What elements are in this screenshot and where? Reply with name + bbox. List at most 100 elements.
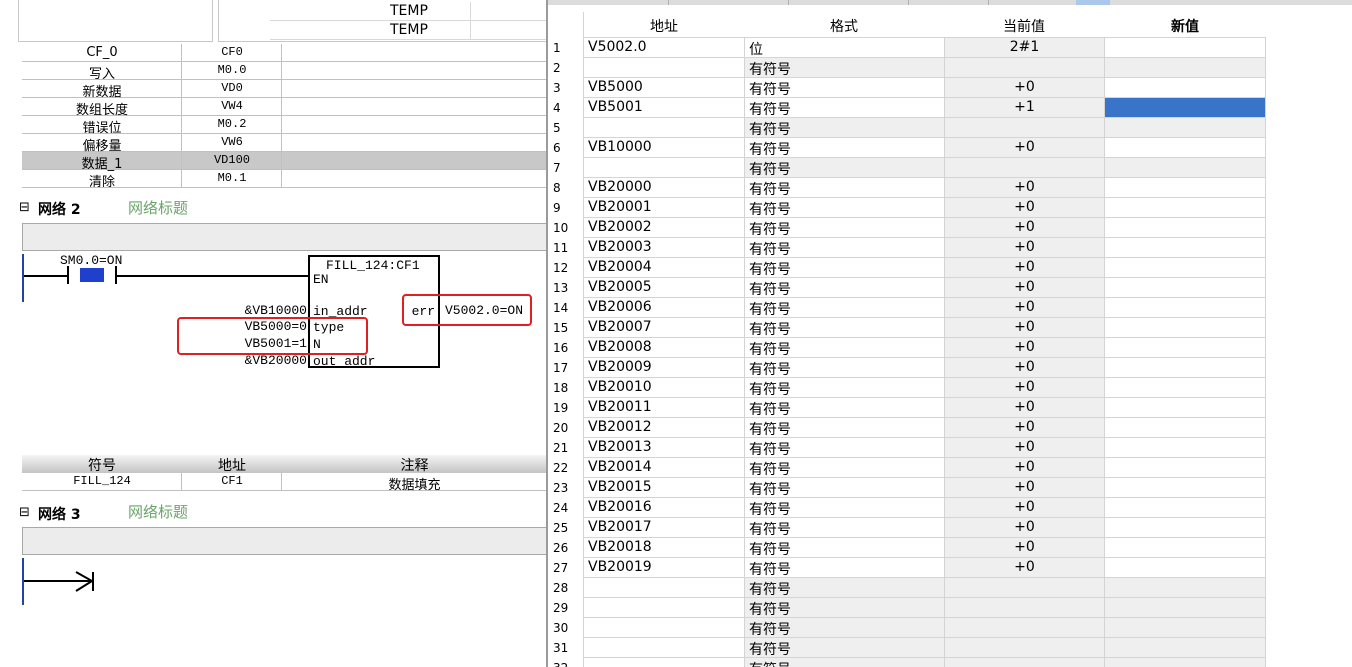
status-chart-row[interactable]: 32 有符号 xyxy=(548,657,1266,667)
address-cell[interactable]: VB20006 xyxy=(584,297,744,317)
var-table-row[interactable]: TEMP xyxy=(270,2,547,21)
new-value-cell[interactable] xyxy=(1104,257,1266,277)
format-cell[interactable]: 有符号 xyxy=(744,457,944,478)
address-cell[interactable]: VB20002 xyxy=(584,217,744,237)
status-chart-row[interactable]: 19 VB20011 有符号 +0 xyxy=(548,397,1266,418)
new-value-cell[interactable] xyxy=(1104,337,1266,357)
format-cell[interactable]: 有符号 xyxy=(744,397,944,418)
new-value-cell[interactable] xyxy=(1104,497,1266,517)
format-cell[interactable]: 位 xyxy=(744,37,944,58)
address-cell[interactable]: VB20011 xyxy=(584,397,744,417)
format-cell[interactable]: 有符号 xyxy=(744,237,944,258)
address-cell[interactable]: VB20008 xyxy=(584,337,744,357)
address-cell[interactable] xyxy=(584,117,744,137)
symbol-table-row[interactable]: 写入 M0.0 xyxy=(22,62,547,82)
status-chart-row[interactable]: 24 VB20016 有符号 +0 xyxy=(548,497,1266,518)
status-chart-row[interactable]: 7 有符号 xyxy=(548,157,1266,178)
new-value-cell[interactable] xyxy=(1104,97,1266,117)
format-cell[interactable]: 有符号 xyxy=(744,297,944,318)
format-cell[interactable]: 有符号 xyxy=(744,437,944,458)
format-cell[interactable]: 有符号 xyxy=(744,157,944,178)
format-cell[interactable]: 有符号 xyxy=(744,557,944,578)
new-value-cell[interactable] xyxy=(1104,437,1266,457)
new-value-cell[interactable] xyxy=(1104,517,1266,537)
new-value-cell[interactable] xyxy=(1104,657,1266,667)
network-comment-box[interactable] xyxy=(22,223,547,251)
address-cell[interactable] xyxy=(584,157,744,177)
format-cell[interactable]: 有符号 xyxy=(744,197,944,218)
address-cell[interactable]: VB20018 xyxy=(584,537,744,557)
address-cell[interactable]: VB20007 xyxy=(584,317,744,337)
format-cell[interactable]: 有符号 xyxy=(744,517,944,538)
format-cell[interactable]: 有符号 xyxy=(744,317,944,338)
status-chart-row[interactable]: 25 VB20017 有符号 +0 xyxy=(548,517,1266,538)
status-chart-row[interactable]: 1 V5002.0 位 2#1 xyxy=(548,37,1266,58)
status-chart-row[interactable]: 6 VB10000 有符号 +0 xyxy=(548,137,1266,158)
status-chart-row[interactable]: 21 VB20013 有符号 +0 xyxy=(548,437,1266,458)
new-value-cell[interactable] xyxy=(1104,237,1266,257)
address-cell[interactable]: VB20015 xyxy=(584,477,744,497)
address-cell[interactable] xyxy=(584,577,744,597)
format-cell[interactable]: 有符号 xyxy=(744,77,944,98)
format-cell[interactable]: 有符号 xyxy=(744,617,944,638)
address-cell[interactable]: VB20001 xyxy=(584,197,744,217)
status-chart-row[interactable]: 9 VB20001 有符号 +0 xyxy=(548,197,1266,218)
call-table-row[interactable]: FILL_124 CF1 数据填充 xyxy=(22,473,547,493)
address-cell[interactable]: VB20012 xyxy=(584,417,744,437)
status-chart-row[interactable]: 4 VB5001 有符号 +1 xyxy=(548,97,1266,118)
address-cell[interactable]: VB20017 xyxy=(584,517,744,537)
status-chart-row[interactable]: 22 VB20014 有符号 +0 xyxy=(548,457,1266,478)
collapse-icon[interactable]: ⊟ xyxy=(19,200,30,215)
new-value-cell[interactable] xyxy=(1104,457,1266,477)
address-cell[interactable]: VB20009 xyxy=(584,357,744,377)
format-cell[interactable]: 有符号 xyxy=(744,117,944,138)
col-header-format[interactable]: 格式 xyxy=(744,16,944,36)
new-value-cell[interactable] xyxy=(1104,197,1266,217)
symbol-table-row[interactable]: 新数据 VD0 xyxy=(22,80,547,100)
col-header-new-value[interactable]: 新值 xyxy=(1104,16,1266,36)
format-cell[interactable]: 有符号 xyxy=(744,637,944,658)
new-value-cell[interactable] xyxy=(1104,597,1266,617)
network-title[interactable]: 网络标题 xyxy=(128,501,188,522)
network-comment-box[interactable] xyxy=(22,527,547,555)
contact-on-indicator[interactable] xyxy=(80,268,104,282)
symbol-table-row[interactable]: 数据_1 VD100 xyxy=(22,152,547,172)
format-cell[interactable]: 有符号 xyxy=(744,597,944,618)
network-title[interactable]: 网络标题 xyxy=(128,197,188,218)
in-addr-operand[interactable]: &VB10000 xyxy=(245,303,307,318)
symbol-table-row[interactable]: 清除 M0.1 xyxy=(22,170,547,190)
address-cell[interactable] xyxy=(584,597,744,617)
address-cell[interactable]: VB20016 xyxy=(584,497,744,517)
status-chart-row[interactable]: 14 VB20006 有符号 +0 xyxy=(548,297,1266,318)
new-value-cell[interactable] xyxy=(1104,317,1266,337)
status-chart-row[interactable]: 20 VB20012 有符号 +0 xyxy=(548,417,1266,438)
ladder-editor-pane[interactable]: TEMP TEMP CF_0 CF0 写入 M0.0 新数据 VD0 数组长度 VW4 错误位 M… xyxy=(0,0,547,667)
format-cell[interactable]: 有符号 xyxy=(744,477,944,498)
new-value-cell[interactable] xyxy=(1104,477,1266,497)
out-addr-operand[interactable]: &VB20000 xyxy=(245,353,307,368)
new-value-cell[interactable] xyxy=(1104,377,1266,397)
address-cell[interactable]: VB20003 xyxy=(584,237,744,257)
status-chart-row[interactable]: 13 VB20005 有符号 +0 xyxy=(548,277,1266,298)
status-chart-row[interactable]: 5 有符号 xyxy=(548,117,1266,138)
new-value-cell[interactable] xyxy=(1104,397,1266,417)
new-value-cell[interactable] xyxy=(1104,57,1266,77)
symbol-table-row[interactable]: CF_0 CF0 xyxy=(22,44,547,62)
address-cell[interactable]: VB20005 xyxy=(584,277,744,297)
address-cell[interactable] xyxy=(584,637,744,657)
new-value-cell[interactable] xyxy=(1104,357,1266,377)
new-value-cell[interactable] xyxy=(1104,637,1266,657)
status-chart-row[interactable]: 26 VB20018 有符号 +0 xyxy=(548,537,1266,558)
status-chart-row[interactable]: 12 VB20004 有符号 +0 xyxy=(548,257,1266,278)
address-cell[interactable]: VB20010 xyxy=(584,377,744,397)
status-chart-row[interactable]: 15 VB20007 有符号 +0 xyxy=(548,317,1266,338)
status-chart-row[interactable]: 30 有符号 xyxy=(548,617,1266,638)
new-value-cell[interactable] xyxy=(1104,77,1266,97)
address-cell[interactable]: VB20000 xyxy=(584,177,744,197)
status-chart-row[interactable]: 28 有符号 xyxy=(548,577,1266,598)
status-chart-row[interactable]: 8 VB20000 有符号 +0 xyxy=(548,177,1266,198)
status-chart-row[interactable]: 3 VB5000 有符号 +0 xyxy=(548,77,1266,98)
address-cell[interactable]: VB5000 xyxy=(584,77,744,97)
status-chart-row[interactable]: 2 有符号 xyxy=(548,57,1266,78)
address-cell[interactable]: VB5001 xyxy=(584,97,744,117)
